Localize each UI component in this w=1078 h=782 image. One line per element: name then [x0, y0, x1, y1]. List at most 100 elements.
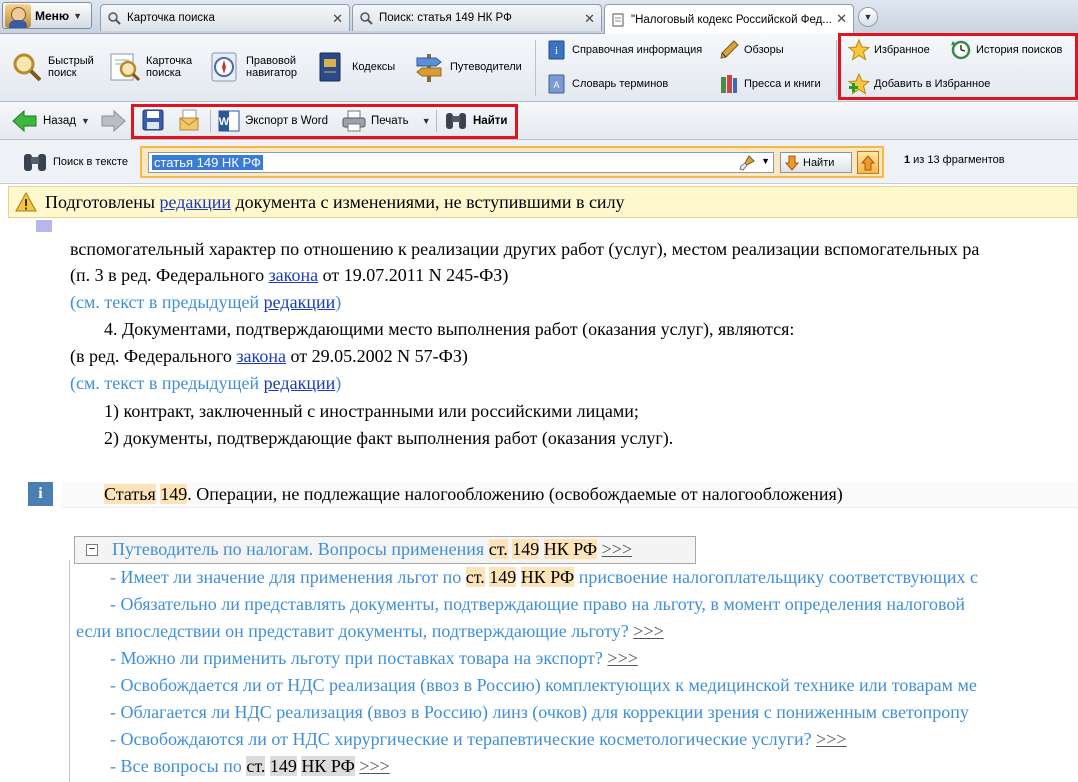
print-button[interactable]: Печать ▼	[342, 110, 431, 132]
guide-header[interactable]: Путеводитель по налогам. Вопросы примене…	[112, 538, 632, 560]
chevron-down-icon[interactable]: ▼	[422, 116, 431, 126]
navigation-toolbar: Назад ▼ W Экспорт в Word Печать ▼ Найти	[0, 102, 1078, 140]
find-button[interactable]: Найти	[444, 110, 507, 132]
legal-navigator-button[interactable]: Правовой навигатор	[208, 50, 297, 84]
codex-book-icon	[319, 52, 341, 82]
editions-warning: Подготовлены редакции документа с измене…	[8, 186, 1078, 218]
collapse-icon[interactable]: −	[86, 544, 98, 556]
search-query: статья 149 НК РФ	[152, 155, 263, 170]
q-text: - Имеет ли значение для применения льгот…	[110, 567, 466, 587]
glossary-button[interactable]: A Словарь терминов	[546, 73, 668, 95]
back-button[interactable]: Назад ▼	[12, 110, 90, 132]
search-panel: статья 149 НК РФ ▼ Найти	[140, 146, 884, 178]
doc-text: (п. 3 в ред. Федерального	[70, 265, 269, 285]
search-find-button[interactable]: Найти	[780, 152, 852, 173]
doc-line: 4. Документами, подтверждающими место вы…	[104, 319, 795, 339]
guide-question[interactable]: - Освобождаются ли от НДС хирургические …	[110, 728, 847, 750]
menu-label: Меню	[35, 8, 70, 23]
pen-icon	[720, 40, 739, 59]
q-text: - Можно ли применить льготу при поставка…	[110, 648, 608, 668]
search-card-button[interactable]: Карточка поиска	[108, 50, 192, 84]
article-heading: Статья 149. Операции, не подлежащие нало…	[104, 483, 843, 505]
comment-marker-icon	[36, 220, 52, 232]
tab-search-results[interactable]: Поиск: статья 149 НК РФ ✕	[352, 4, 602, 31]
guide-question[interactable]: - Облагается ли НДС реализация (ввоз в Р…	[110, 701, 969, 723]
printer-icon	[342, 110, 366, 132]
quick-search-button[interactable]: Быстрый поиск	[10, 50, 94, 84]
search-prev-button[interactable]	[857, 151, 879, 174]
back-arrow-icon	[12, 110, 37, 132]
guide-question[interactable]: - Имеет ли значение для применения льгот…	[110, 566, 978, 588]
label-line: Правовой	[246, 55, 296, 67]
more-link[interactable]: >>>	[633, 621, 663, 641]
doc-text: от 29.05.2002 N 57-ФЗ)	[286, 346, 468, 366]
tab-document[interactable]: "Налоговый кодекс Российской Фед... ✕	[604, 4, 854, 34]
save-button[interactable]	[142, 109, 164, 131]
more-link[interactable]: >>>	[607, 648, 637, 668]
guides-button[interactable]: Путеводители	[412, 50, 522, 84]
reference-info-button[interactable]: i Справочная информация	[546, 39, 702, 61]
fragment-counter: 1 из 13 фрагментов	[904, 154, 1005, 166]
toolbar-separator	[210, 110, 211, 132]
q-text: присвоение налогоплательщику соответству…	[574, 567, 978, 587]
chevron-down-icon[interactable]: ▼	[81, 116, 90, 126]
hl-num: 149	[269, 756, 297, 776]
close-icon[interactable]: ✕	[836, 11, 847, 27]
mail-document-icon	[179, 109, 199, 131]
more-link[interactable]: >>>	[359, 756, 389, 776]
prev-edition-note: (см. текст в предыдущей редакции)	[70, 291, 341, 313]
main-toolbar: Быстрый поиск Карточка поиска Правовой нави…	[0, 33, 1078, 102]
press-books-button[interactable]: Пресса и книги	[718, 73, 821, 95]
export-word-button[interactable]: W Экспорт в Word	[218, 110, 328, 132]
more-link[interactable]: >>>	[602, 539, 632, 559]
law-link[interactable]: закона	[269, 265, 319, 285]
article-word: Статья	[104, 484, 156, 504]
text-search-bar: Поиск в тексте статья 149 НК РФ ▼ Найти …	[0, 140, 1078, 184]
guide-title: Путеводитель по налогам. Вопросы примене…	[112, 539, 489, 559]
document-icon	[612, 13, 624, 26]
law-link[interactable]: закона	[236, 346, 286, 366]
guide-question[interactable]: - Освобождается ли от НДС реализация (вв…	[110, 674, 977, 696]
doc-text: )	[335, 292, 342, 312]
doc-text: от 19.07.2011 N 245-ФЗ)	[318, 265, 509, 285]
more-link[interactable]: >>>	[816, 729, 846, 749]
send-email-button[interactable]	[178, 109, 200, 131]
glossary-label: Словарь терминов	[572, 78, 669, 90]
guide-question[interactable]: - Обязательно ли представлять документы,…	[110, 593, 965, 615]
clear-brush-icon[interactable]	[739, 155, 755, 171]
back-label: Назад	[43, 115, 76, 127]
tab-label: "Налоговый кодекс Российской Фед...	[631, 13, 832, 26]
guide-question-cont[interactable]: если впоследствии он представит документ…	[76, 620, 664, 642]
article-number: 149	[160, 484, 188, 504]
edition-link[interactable]: редакции	[264, 373, 336, 393]
hl-st: ст.	[488, 539, 508, 559]
info-icon[interactable]: i	[28, 482, 53, 506]
highlight-box	[838, 33, 1078, 100]
doc-line: 1) контракт, заключенный с иностранными …	[104, 401, 639, 421]
forward-button[interactable]	[100, 110, 126, 132]
doc-text: (см. текст в предыдущей	[70, 292, 264, 312]
doc-text: )	[335, 373, 342, 393]
tab-list-chevron-icon[interactable]: ▼	[858, 7, 878, 27]
menu-button[interactable]: Меню ▼	[2, 2, 92, 29]
guide-question[interactable]: - Все вопросы по ст. 149 НК РФ >>>	[110, 755, 390, 777]
consultant-logo-icon	[5, 3, 31, 28]
editions-link[interactable]: редакции	[159, 192, 231, 212]
magnifier-icon	[13, 53, 42, 82]
print-label: Печать	[371, 115, 409, 127]
forward-arrow-icon	[101, 110, 126, 132]
edition-link[interactable]: редакции	[264, 292, 336, 312]
document-body: вспомогательный характер по отношению к …	[0, 220, 1078, 782]
chevron-down-icon: ▼	[73, 10, 83, 21]
fragment-total: из 13 фрагментов	[913, 154, 1005, 166]
hl-num: 149	[489, 567, 517, 587]
close-icon[interactable]: ✕	[584, 11, 595, 27]
reviews-button[interactable]: Обзоры	[718, 39, 784, 61]
tab-search-card[interactable]: Карточка поиска ✕	[100, 4, 350, 31]
codes-button[interactable]: Кодексы	[314, 50, 395, 84]
close-icon[interactable]: ✕	[332, 11, 343, 27]
reference-info-label: Справочная информация	[572, 44, 703, 56]
guide-question[interactable]: - Можно ли применить льготу при поставка…	[110, 647, 638, 669]
search-input[interactable]: статья 149 НК РФ ▼	[148, 152, 774, 173]
chevron-down-icon[interactable]: ▼	[761, 156, 770, 166]
